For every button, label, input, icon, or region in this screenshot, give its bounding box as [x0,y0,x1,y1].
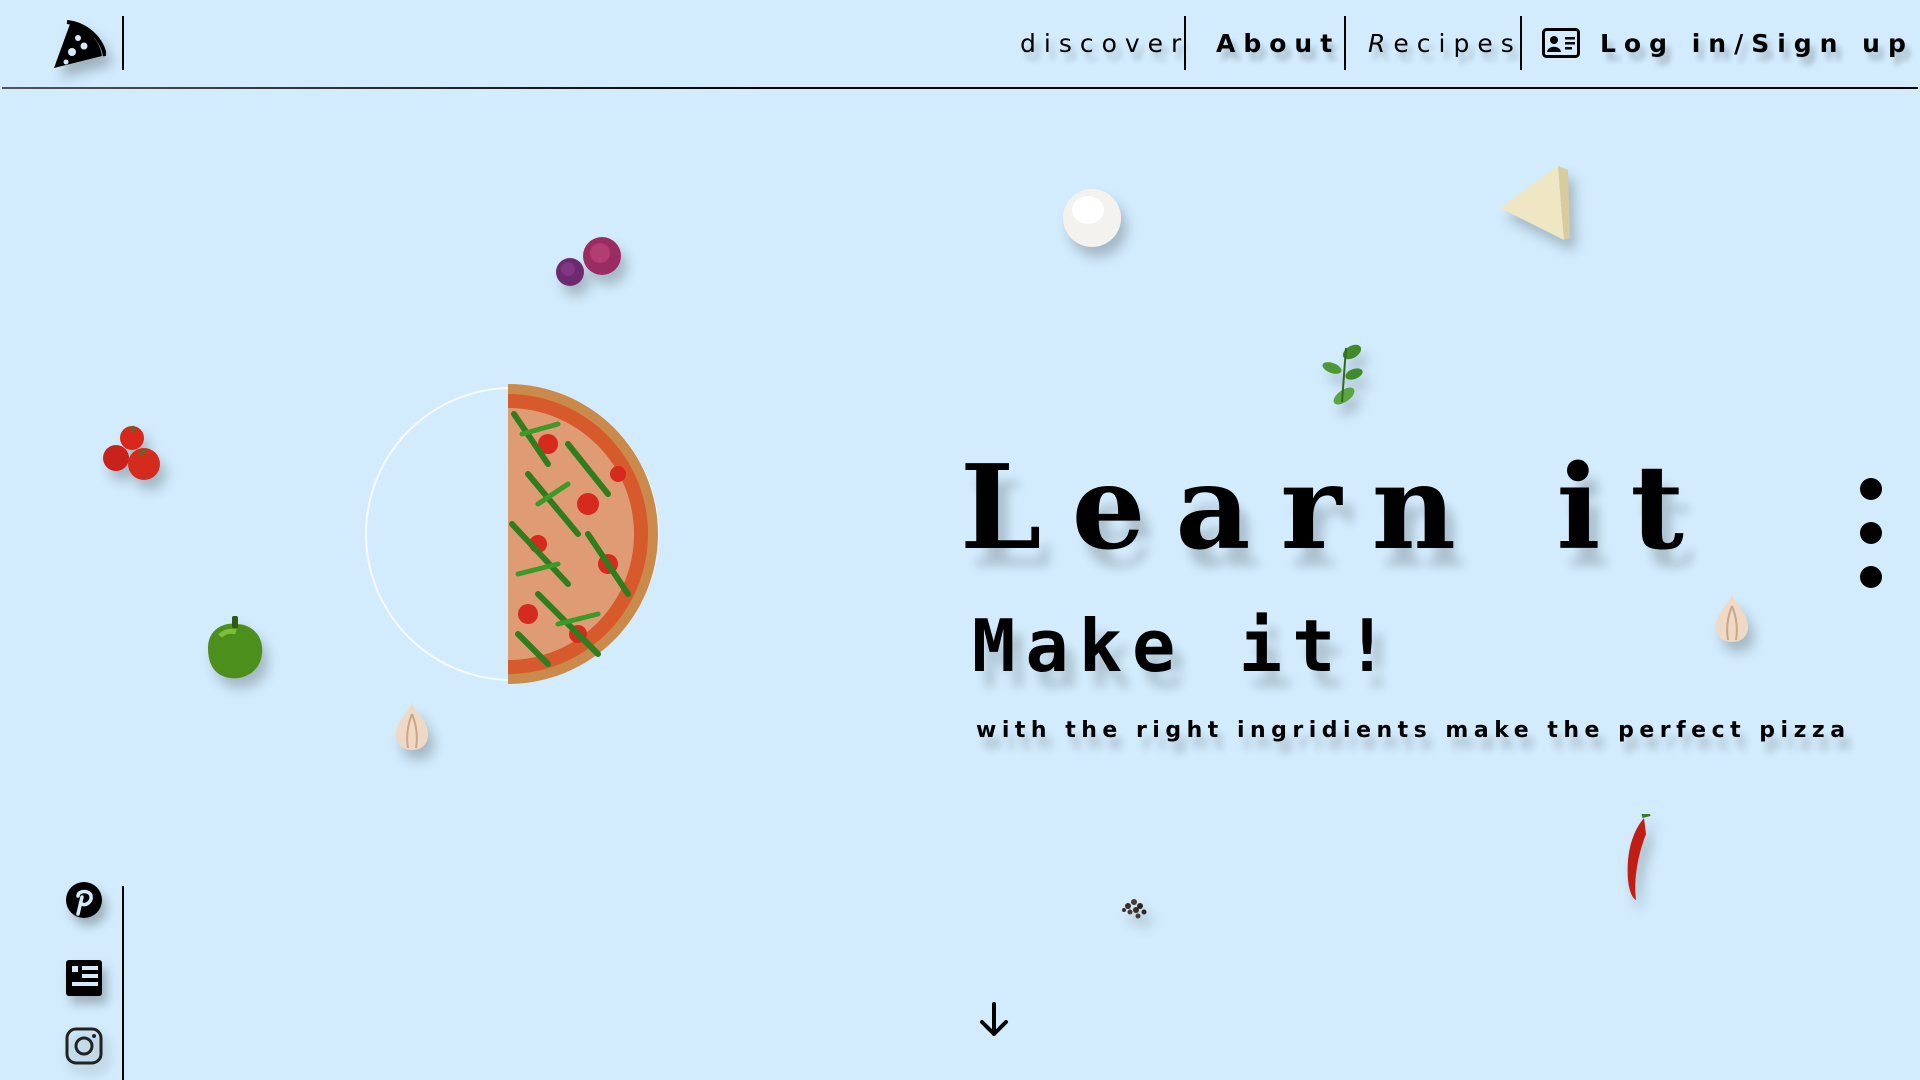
login-label: Log in/Sign up [1600,28,1914,58]
basil-icon [1322,344,1363,405]
hero-subtitle: with the right ingridients make the perf… [976,718,1851,743]
kebab-dot [1860,478,1882,500]
onion-icon [556,237,621,286]
nav-divider [1520,16,1522,70]
nav-recipes[interactable]: Recipes [1368,16,1522,70]
garlic-icon [1716,594,1748,642]
login-button[interactable]: Log in/Sign up [1542,16,1914,70]
header-underline [2,87,1918,89]
logo-divider [122,16,124,70]
half-pizza-image [508,384,658,684]
nav-discover-label: discover [1020,28,1190,58]
chili-pepper-icon [1627,814,1651,900]
pinterest-icon[interactable] [64,880,104,920]
cheese-wedge-icon [1500,166,1570,240]
green-pepper-icon [208,616,263,679]
hero-title-learn: Learn it [960,440,1715,576]
hero-title-make: Make it! [972,604,1399,688]
nav-divider [1344,16,1346,70]
scroll-down-arrow-icon[interactable] [974,998,1014,1042]
instagram-icon[interactable] [64,1026,104,1066]
mozzarella-icon [1063,189,1121,247]
garlic-icon [396,702,428,750]
nav-about-label: About [1216,28,1341,58]
nav-divider [1184,16,1186,70]
nav-about[interactable]: About [1216,16,1340,70]
cherry-tomatoes-icon [103,425,160,480]
id-card-icon [1542,28,1580,58]
pizza-logo-icon[interactable] [50,16,106,72]
peppercorns-icon [1122,899,1147,919]
kebab-dot [1860,522,1882,544]
nav-discover[interactable]: discover [1020,16,1189,70]
kebab-dot [1860,566,1882,588]
nav-recipes-label: Recipes [1368,28,1522,58]
social-divider [122,886,124,1080]
profile-card-icon[interactable] [64,958,104,998]
more-menu-button[interactable] [1853,478,1889,588]
